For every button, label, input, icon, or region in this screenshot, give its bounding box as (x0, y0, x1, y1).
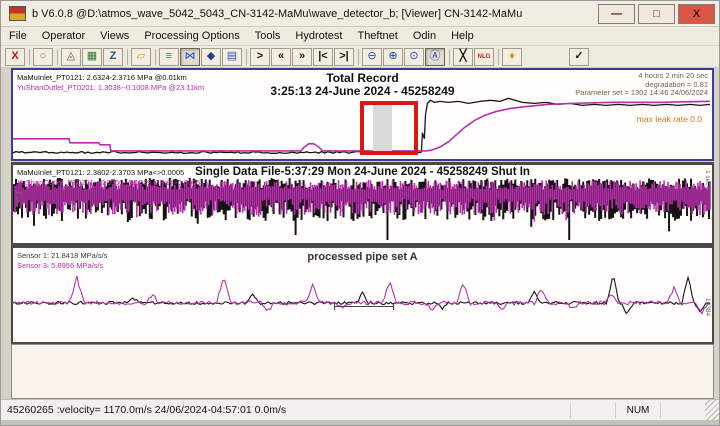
confirm-check-button[interactable]: ✓ (569, 48, 589, 66)
fast-back-button[interactable]: « (271, 48, 291, 66)
measurement-bracket (334, 304, 394, 310)
fast-forward-button[interactable]: » (292, 48, 312, 66)
menu-bar: File Operator Views Processing Options Tools… (1, 27, 719, 46)
title-bar: b V6.0.8 @D:\atmos_wave_5042_5043_CN-314… (1, 1, 719, 27)
auto-zoom-button[interactable]: Ⓐ (425, 48, 445, 66)
toolbar-separator (29, 49, 30, 65)
menu-item-odin[interactable]: Odin (413, 30, 436, 42)
toolbar-separator (449, 49, 450, 65)
panel-title-single-data-file: Single Data File-5:37:29 Mon 24-June 202… (13, 166, 712, 178)
toolbar-separator (498, 49, 499, 65)
num-lock-indicator: NUM (615, 403, 660, 418)
menu-item-views[interactable]: Views (100, 30, 129, 42)
menu-item-help[interactable]: Help (451, 30, 474, 42)
empty-panel (11, 344, 714, 399)
z-document-button[interactable]: Z (103, 48, 123, 66)
processed-pipe-panel[interactable]: Sensor 1: 21.8418 MPa/s/s Sensor 3: 5.89… (11, 245, 714, 344)
menu-item-operator[interactable]: Operator (42, 30, 85, 42)
menu-item-file[interactable]: File (9, 30, 27, 42)
zoom-out-button[interactable]: ⊖ (362, 48, 382, 66)
ink-hand-button[interactable]: ◆ (201, 48, 221, 66)
last-record-button[interactable]: >| (334, 48, 354, 66)
wave-view-button[interactable]: ⋈ (180, 48, 200, 66)
menu-item-processing-options[interactable]: Processing Options (144, 30, 239, 42)
amplitude-scale-label: 16384 (704, 298, 711, 316)
toolbar-separator (127, 49, 128, 65)
status-bar: 45260265 :velocity= 1170.0m/s 24/06/2024… (1, 399, 719, 420)
minimize-button[interactable]: — (598, 4, 635, 24)
close-button[interactable]: X (678, 4, 715, 24)
app-window: b V6.0.8 @D:\atmos_wave_5042_5043_CN-314… (0, 0, 720, 426)
single-data-file-panel[interactable]: MaMuInlet_PT0121: 2.3802-2.3703 MPa<>0.0… (11, 162, 714, 245)
toolbar-separator (57, 49, 58, 65)
menu-item-hydrotest[interactable]: Hydrotest (295, 30, 342, 42)
toolbar-separator (155, 49, 156, 65)
zoom-window-button[interactable]: ⊙ (404, 48, 424, 66)
max-leak-rate-label: max leak rate 0.0 (637, 114, 702, 124)
power-button[interactable]: ○ (33, 48, 53, 66)
toolbar: X ○ ◬▦Z ▱ ≡⋈◆▤ >«»|<>| ⊖⊕⊙Ⓐ ╳NLG ♦ ✓ (1, 46, 719, 68)
menu-item-theftnet[interactable]: Theftnet (357, 30, 397, 42)
approve-stamp-button[interactable]: ♦ (502, 48, 522, 66)
record-parameter-set: Parameter set = 1302 14:46 24/06/2024 (575, 89, 708, 98)
menu-item-tools[interactable]: Tools (255, 30, 281, 42)
panel-title-processed-pipe: processed pipe set A (13, 251, 712, 263)
workspace: MaMuInlet_PT0121: 2.6324-2.3716 MPa @0.0… (1, 68, 719, 399)
calculator-button[interactable]: ▦ (82, 48, 102, 66)
app-icon (9, 6, 26, 21)
fit-extents-button[interactable]: ╳ (453, 48, 473, 66)
window-bottom-edge (1, 420, 719, 426)
time-scale-label-right: 1 sec (704, 170, 711, 186)
maximize-button[interactable]: □ (638, 4, 675, 24)
open-folder-button[interactable]: ▱ (131, 48, 151, 66)
window-title: b V6.0.8 @D:\atmos_wave_5042_5043_CN-314… (32, 8, 595, 20)
first-record-button[interactable]: |< (313, 48, 333, 66)
selection-red-box[interactable] (360, 101, 418, 155)
flask-icon-button[interactable]: ◬ (61, 48, 81, 66)
step-forward-button[interactable]: > (250, 48, 270, 66)
selection-gray-band (373, 105, 392, 151)
status-message: 45260265 :velocity= 1170.0m/s 24/06/2024… (1, 404, 570, 416)
record-info-block: 4 hours 2 min 20 sec degradation = 0.81 … (575, 72, 708, 98)
time-scale-label-left: 1 sec (14, 191, 21, 207)
status-cell-1 (570, 403, 615, 418)
delete-button[interactable]: X (5, 48, 25, 66)
zoom-in-button[interactable]: ⊕ (383, 48, 403, 66)
resize-grip[interactable] (705, 400, 719, 420)
toolbar-separator (246, 49, 247, 65)
series-label-yushanoutlet-raw: YuShanOutlet_PT0201: -0.0950--0.1019 MPa… (17, 178, 200, 187)
nlg-button[interactable]: NLG (474, 48, 494, 66)
toolbar-separator (358, 49, 359, 65)
status-cell-2 (660, 403, 705, 418)
levels-button[interactable]: ≡ (159, 48, 179, 66)
data-list-button[interactable]: ▤ (222, 48, 242, 66)
total-record-panel[interactable]: MaMuInlet_PT0121: 2.6324-2.3716 MPa @0.0… (11, 68, 714, 161)
